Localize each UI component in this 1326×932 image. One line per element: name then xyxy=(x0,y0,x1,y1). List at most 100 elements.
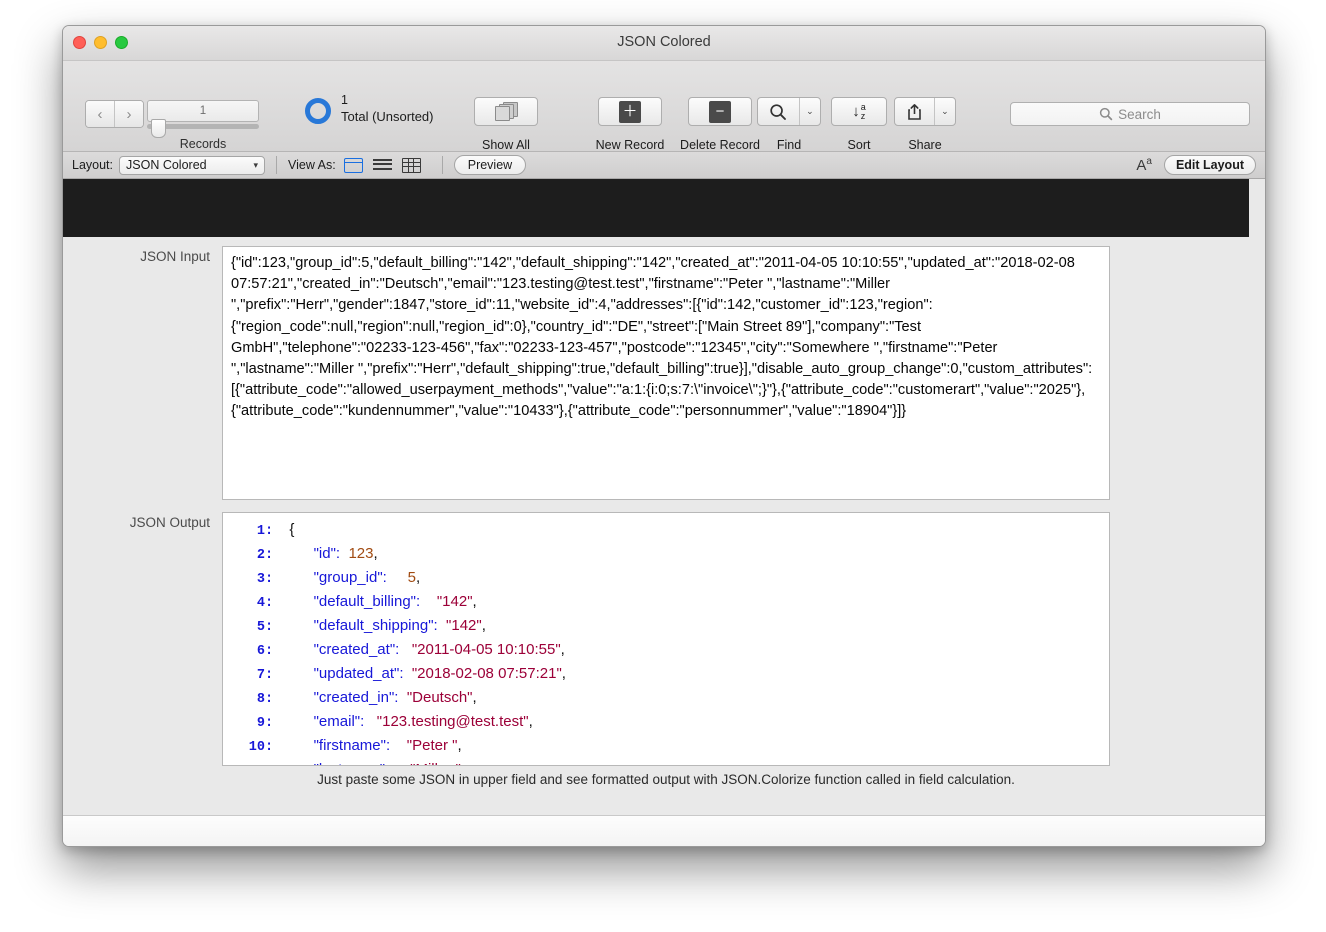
json-value: 123 xyxy=(348,545,374,562)
json-key: "lastname": xyxy=(314,761,390,765)
layout-content-area: JSON Input {"id":123,"group_id":5,"defau… xyxy=(63,179,1265,815)
line-number: 11 xyxy=(223,761,265,765)
json-output-line: 7: "updated_at": "2018-02-08 07:57:21", xyxy=(223,663,1109,687)
json-key: "group_id": xyxy=(313,569,387,586)
json-output-line: 6: "created_at": "2011-04-05 10:10:55", xyxy=(223,639,1109,663)
share-dropdown-button[interactable]: ⌄ xyxy=(933,98,955,125)
line-number-colon: : xyxy=(265,692,314,707)
view-as-list-icon[interactable] xyxy=(372,158,392,173)
json-punctuation: , xyxy=(416,569,421,586)
json-gap xyxy=(389,761,410,765)
line-number-colon: : xyxy=(265,764,314,765)
view-as-table-icon[interactable] xyxy=(401,157,421,173)
sort-z-glyph: z xyxy=(860,110,866,121)
edit-layout-button[interactable]: Edit Layout xyxy=(1163,155,1256,175)
json-value: 5 xyxy=(407,569,416,586)
layout-bar: Layout: JSON Colored ▾ View As: Preview … xyxy=(63,152,1265,179)
line-number-colon: : xyxy=(265,548,314,563)
json-gap xyxy=(404,665,412,682)
layout-caption: Just paste some JSON in upper field and … xyxy=(317,772,1015,787)
json-output-field-label: JSON Output xyxy=(129,515,210,530)
json-value: "Peter " xyxy=(406,737,458,754)
json-gap xyxy=(387,569,408,586)
divider xyxy=(276,156,278,174)
record-navigation-group: ‹ › xyxy=(85,100,144,128)
json-key: "updated_at": xyxy=(313,665,404,682)
find-label: Find xyxy=(776,138,802,152)
previous-record-button[interactable]: ‹ xyxy=(86,101,114,127)
line-number: 5 xyxy=(256,620,265,635)
json-output-line: 5: "default_shipping": "142", xyxy=(223,615,1109,639)
line-number: 9 xyxy=(256,716,265,731)
find-dropdown-button[interactable]: ⌄ xyxy=(798,98,820,125)
line-number: 8 xyxy=(256,692,265,707)
new-record-button[interactable]: ＋ xyxy=(598,97,662,126)
line-number: 6 xyxy=(256,644,265,659)
line-number: 7 xyxy=(256,668,265,683)
preview-button[interactable]: Preview xyxy=(453,155,527,175)
json-key: "email": xyxy=(313,713,365,730)
find-button[interactable] xyxy=(758,98,799,125)
line-number: 10 xyxy=(248,740,265,755)
line-number: 2 xyxy=(256,548,265,563)
total-record-count: 1 xyxy=(341,93,348,107)
sort-az-icon: ↓ a z xyxy=(852,102,866,121)
delete-record-button[interactable]: − xyxy=(688,97,752,126)
share-button-group[interactable]: ⌄ xyxy=(894,97,956,126)
json-punctuation: , xyxy=(373,545,378,562)
line-number-colon: : xyxy=(265,740,314,755)
find-button-group[interactable]: ⌄ xyxy=(757,97,821,126)
json-punctuation: , xyxy=(560,641,565,658)
total-record-label: Total (Unsorted) xyxy=(341,109,434,124)
json-input-field[interactable]: {"id":123,"group_id":5,"default_billing"… xyxy=(222,246,1110,500)
application-window: JSON Colored ‹ › 1 Records 1 Total (Unso… xyxy=(62,25,1266,847)
json-key: "id": xyxy=(313,545,341,562)
json-value: "123.testing@test.test" xyxy=(376,713,529,730)
json-output-line: 9: "email": "123.testing@test.test", xyxy=(223,711,1109,735)
stack-icon xyxy=(495,101,518,122)
layout-select-value: JSON Colored xyxy=(126,158,207,172)
json-output-line: 1: { xyxy=(223,519,1109,543)
json-gap xyxy=(364,713,377,730)
json-punctuation: , xyxy=(528,713,533,730)
sort-button[interactable]: ↓ a z xyxy=(831,97,887,126)
line-number-colon: : xyxy=(265,644,314,659)
line-number-colon: : xyxy=(265,716,314,731)
plus-icon: ＋ xyxy=(619,100,641,123)
share-button[interactable] xyxy=(895,98,934,125)
json-input-value: {"id":123,"group_id":5,"default_billing"… xyxy=(231,255,1093,420)
json-value: "142" xyxy=(436,593,473,610)
json-punctuation: , xyxy=(472,593,477,610)
sort-label: Sort xyxy=(847,138,871,152)
json-output-line: 10: "firstname": "Peter ", xyxy=(223,735,1109,759)
line-number: 3 xyxy=(256,572,265,587)
json-punctuation: , xyxy=(561,665,566,682)
json-output-field[interactable]: 1: {2: "id": 123, 3: "group_id": 5, 4: "de… xyxy=(222,512,1110,766)
view-as-form-icon[interactable] xyxy=(343,157,363,173)
json-punctuation: , xyxy=(461,761,465,765)
json-gap xyxy=(399,641,412,658)
search-field[interactable]: Search xyxy=(1010,102,1250,126)
share-label: Share xyxy=(908,138,942,152)
show-all-button[interactable] xyxy=(474,97,538,126)
next-record-button[interactable]: › xyxy=(114,101,143,127)
json-punctuation: , xyxy=(472,689,477,706)
records-label: Records xyxy=(179,137,227,151)
json-output-value: 1: {2: "id": 123, 3: "group_id": 5, 4: "de… xyxy=(223,513,1109,765)
screenshot-root: JSON Colored ‹ › 1 Records 1 Total (Unso… xyxy=(0,0,1326,932)
layout-header-band xyxy=(63,179,1249,237)
layout-label: Layout: xyxy=(72,158,114,172)
line-number-colon: : xyxy=(265,524,290,539)
json-value: "Miller " xyxy=(410,761,461,765)
divider xyxy=(441,156,443,174)
json-output-line: 4: "default_billing": "142", xyxy=(223,591,1109,615)
record-pie-icon xyxy=(305,98,331,124)
text-size-icon[interactable]: Aa xyxy=(1136,156,1152,174)
record-slider-thumb[interactable] xyxy=(151,119,166,138)
share-icon xyxy=(908,103,921,120)
show-all-label: Show All xyxy=(482,138,530,152)
line-number-colon: : xyxy=(265,668,314,683)
layout-select[interactable]: JSON Colored ▾ xyxy=(119,155,266,175)
json-value: "2011-04-05 10:10:55" xyxy=(411,641,561,658)
window-titlebar: JSON Colored xyxy=(63,26,1265,61)
